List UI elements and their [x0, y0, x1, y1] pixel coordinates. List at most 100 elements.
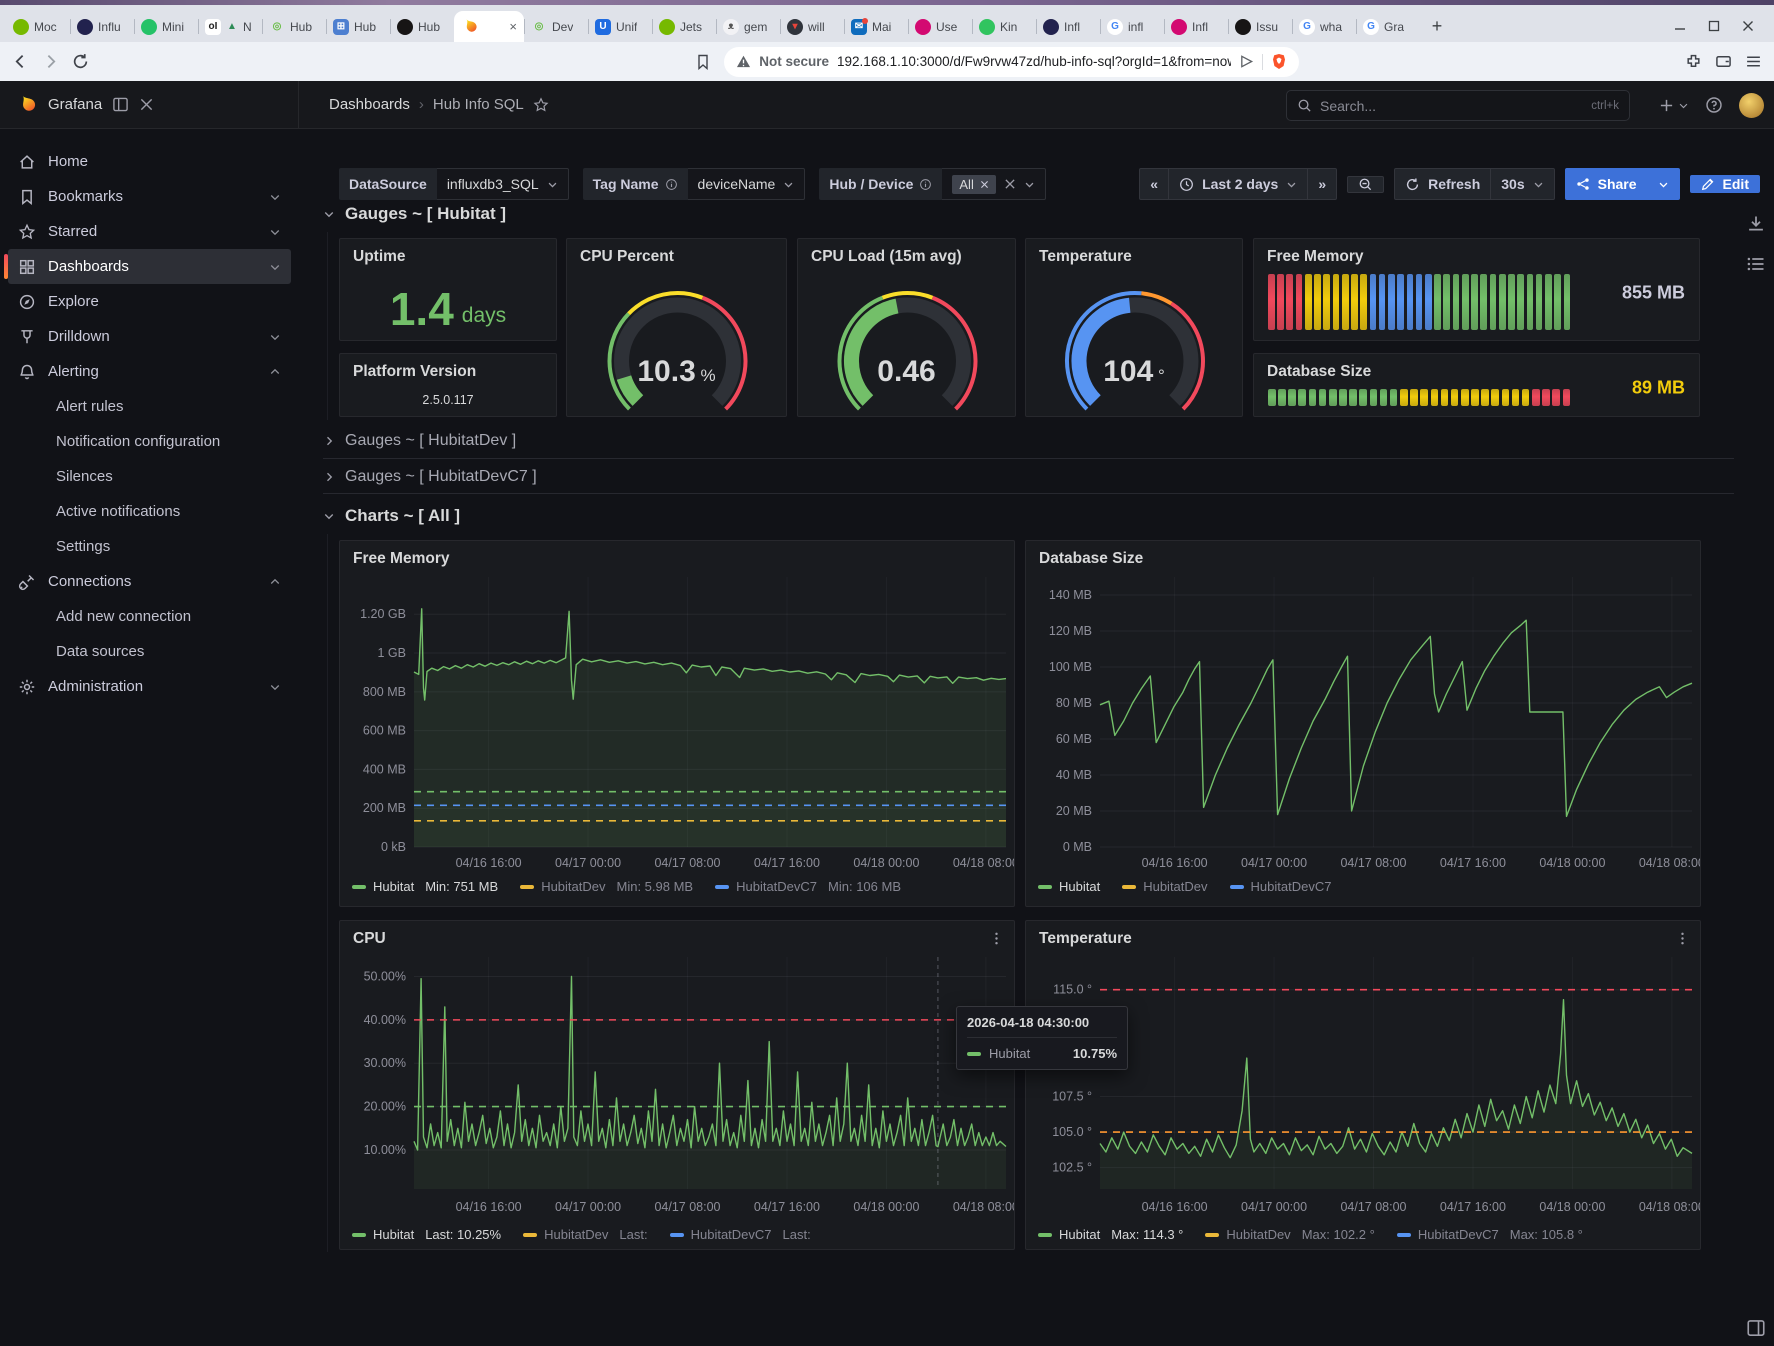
brave-shield-icon[interactable]: [1271, 53, 1287, 70]
chevron-down-icon[interactable]: [269, 191, 281, 203]
sidebar-item-notification-configuration[interactable]: Notification configuration: [8, 424, 291, 459]
hub-device-chip-all[interactable]: All: [952, 175, 995, 194]
chevron-down-icon[interactable]: [269, 261, 281, 273]
legend-item-hubitat[interactable]: HubitatMin: 751 MB: [352, 879, 498, 894]
browser-tab-active-grafana[interactable]: ×: [454, 11, 524, 42]
sidebar-item-connections[interactable]: Connections: [8, 564, 291, 599]
clear-selection-icon[interactable]: [1004, 178, 1016, 190]
browser-tab[interactable]: Infl: [1036, 11, 1100, 42]
browser-tab[interactable]: ⊞Hub: [326, 11, 390, 42]
sidebar-item-bookmarks[interactable]: Bookmarks: [8, 179, 291, 214]
grafana-logo[interactable]: [16, 94, 38, 116]
browser-tab[interactable]: ᴥgem: [716, 11, 780, 42]
browser-tab[interactable]: Infl: [1164, 11, 1228, 42]
refresh-button[interactable]: Refresh: [1394, 168, 1491, 200]
send-to-device-icon[interactable]: [1239, 54, 1254, 69]
legend-item-hubitat[interactable]: Hubitat: [1038, 879, 1100, 894]
browser-tab[interactable]: Moc: [6, 11, 70, 42]
section-charts-all[interactable]: Charts ~ [ All ]: [323, 506, 460, 526]
bookmark-icon[interactable]: [695, 54, 711, 70]
sidebar-item-data-sources[interactable]: Data sources: [8, 634, 291, 669]
chart-plot-temperature[interactable]: 115.0 °107.5 °105.0 °102.5 °04/16 16:000…: [1026, 921, 1700, 1249]
url-field[interactable]: Not secure 192.168.1.10:3000/d/Fw9rvw47z…: [724, 47, 1299, 77]
browser-tab[interactable]: Influ: [70, 11, 134, 42]
zoom-out-time-button[interactable]: [1347, 176, 1384, 193]
favorite-star-icon[interactable]: [533, 97, 549, 113]
user-avatar[interactable]: [1739, 93, 1764, 118]
browser-tab[interactable]: Use: [908, 11, 972, 42]
datasource-variable[interactable]: DataSource influxdb3_SQL: [339, 168, 569, 200]
help-icon[interactable]: [1705, 96, 1723, 114]
export-download-icon[interactable]: [1746, 214, 1766, 234]
time-shift-forward-button[interactable]: »: [1308, 168, 1337, 200]
browser-tab[interactable]: Issu: [1228, 11, 1292, 42]
browser-tab[interactable]: Jets: [652, 11, 716, 42]
browser-tab[interactable]: Ginfl: [1100, 11, 1164, 42]
sidebar-item-alerting[interactable]: Alerting: [8, 354, 291, 389]
sidebar-item-active-notifications[interactable]: Active notifications: [8, 494, 291, 529]
wallet-icon[interactable]: [1715, 53, 1732, 70]
chart-plot-database-size[interactable]: 140 MB120 MB100 MB80 MB60 MB40 MB20 MB0 …: [1026, 541, 1700, 906]
legend-item-hubitatdev[interactable]: HubitatDevMax: 102.2 °: [1205, 1227, 1374, 1242]
window-maximize-button[interactable]: [1708, 20, 1720, 32]
window-minimize-button[interactable]: [1674, 20, 1686, 32]
time-shift-back-button[interactable]: «: [1139, 168, 1169, 200]
share-button[interactable]: Share: [1565, 168, 1648, 200]
legend-item-hubitatdev[interactable]: HubitatDev: [1122, 879, 1207, 894]
browser-tab[interactable]: Mini: [134, 11, 198, 42]
chevron-up-icon[interactable]: [269, 366, 281, 378]
panel-list-icon[interactable]: [1746, 254, 1766, 274]
browser-tab[interactable]: UUnif: [588, 11, 652, 42]
back-button[interactable]: [12, 53, 29, 70]
sidebar-item-alert-rules[interactable]: Alert rules: [8, 389, 291, 424]
sidebar-item-administration[interactable]: Administration: [8, 669, 291, 704]
sidebar-item-drilldown[interactable]: Drilldown: [8, 319, 291, 354]
add-new-button[interactable]: [1659, 98, 1689, 113]
dock-panel-right-icon[interactable]: [1746, 1318, 1766, 1338]
chevron-down-icon[interactable]: [269, 226, 281, 238]
legend-item-hubitatdevc7[interactable]: HubitatDevC7Max: 105.8 °: [1397, 1227, 1583, 1242]
browser-tab[interactable]: oI▲N: [198, 11, 262, 42]
browser-tab[interactable]: Gwha: [1292, 11, 1356, 42]
chevron-down-icon[interactable]: [269, 681, 281, 693]
chevron-up-icon[interactable]: [269, 576, 281, 588]
extensions-icon[interactable]: [1685, 53, 1702, 70]
legend-item-hubitatdevc7[interactable]: HubitatDevC7Min: 106 MB: [715, 879, 901, 894]
legend-item-hubitatdevc7[interactable]: HubitatDevC7Last:: [670, 1227, 811, 1242]
tagname-variable[interactable]: Tag Name deviceName: [583, 168, 806, 200]
browser-tab[interactable]: GGra: [1356, 11, 1420, 42]
sidebar-item-add-new-connection[interactable]: Add new connection: [8, 599, 291, 634]
browser-menu-icon[interactable]: [1745, 53, 1762, 70]
section-gauges-hubitat[interactable]: Gauges ~ [ Hubitat ]: [323, 204, 506, 224]
browser-tab[interactable]: ◎Dev: [524, 11, 588, 42]
legend-item-hubitat[interactable]: HubitatLast: 10.25%: [352, 1227, 501, 1242]
legend-item-hubitat[interactable]: HubitatMax: 114.3 °: [1038, 1227, 1183, 1242]
sidebar-item-explore[interactable]: Explore: [8, 284, 291, 319]
share-dropdown[interactable]: [1648, 168, 1680, 200]
chart-plot-free-memory[interactable]: 1.20 GB1 GB800 MB600 MB400 MB200 MB0 kB0…: [340, 541, 1014, 906]
legend-item-hubitatdev[interactable]: HubitatDevMin: 5.98 MB: [520, 879, 693, 894]
chart-plot-cpu[interactable]: 50.00%40.00%30.00%20.00%10.00%04/16 16:0…: [340, 921, 1014, 1249]
tab-close-icon[interactable]: ×: [509, 19, 517, 34]
legend-item-hubitatdev[interactable]: HubitatDevLast:: [523, 1227, 648, 1242]
sidebar-item-dashboards[interactable]: Dashboards: [8, 249, 291, 284]
refresh-interval-dropdown[interactable]: 30s: [1491, 168, 1554, 200]
browser-tab[interactable]: ◎Hub: [262, 11, 326, 42]
sidebar-item-settings[interactable]: Settings: [8, 529, 291, 564]
window-close-button[interactable]: [1742, 20, 1754, 32]
edit-button[interactable]: Edit: [1690, 175, 1760, 193]
sidebar-item-starred[interactable]: Starred: [8, 214, 291, 249]
sidebar-item-silences[interactable]: Silences: [8, 459, 291, 494]
sidebar-item-home[interactable]: Home: [8, 144, 291, 179]
new-tab-button[interactable]: +: [1424, 13, 1450, 39]
forward-button[interactable]: [42, 53, 59, 70]
close-menu-icon[interactable]: [139, 97, 154, 112]
time-range-picker[interactable]: Last 2 days: [1169, 168, 1308, 200]
browser-tab[interactable]: ✉Mai: [844, 11, 908, 42]
dock-sidebar-icon[interactable]: [112, 96, 129, 113]
breadcrumb-dashboards[interactable]: Dashboards: [329, 96, 410, 113]
browser-tab[interactable]: Hub: [390, 11, 454, 42]
search-input[interactable]: Search... ctrl+k: [1286, 90, 1630, 121]
hub-device-variable[interactable]: Hub / Device All: [819, 168, 1045, 200]
browser-tab[interactable]: Kin: [972, 11, 1036, 42]
